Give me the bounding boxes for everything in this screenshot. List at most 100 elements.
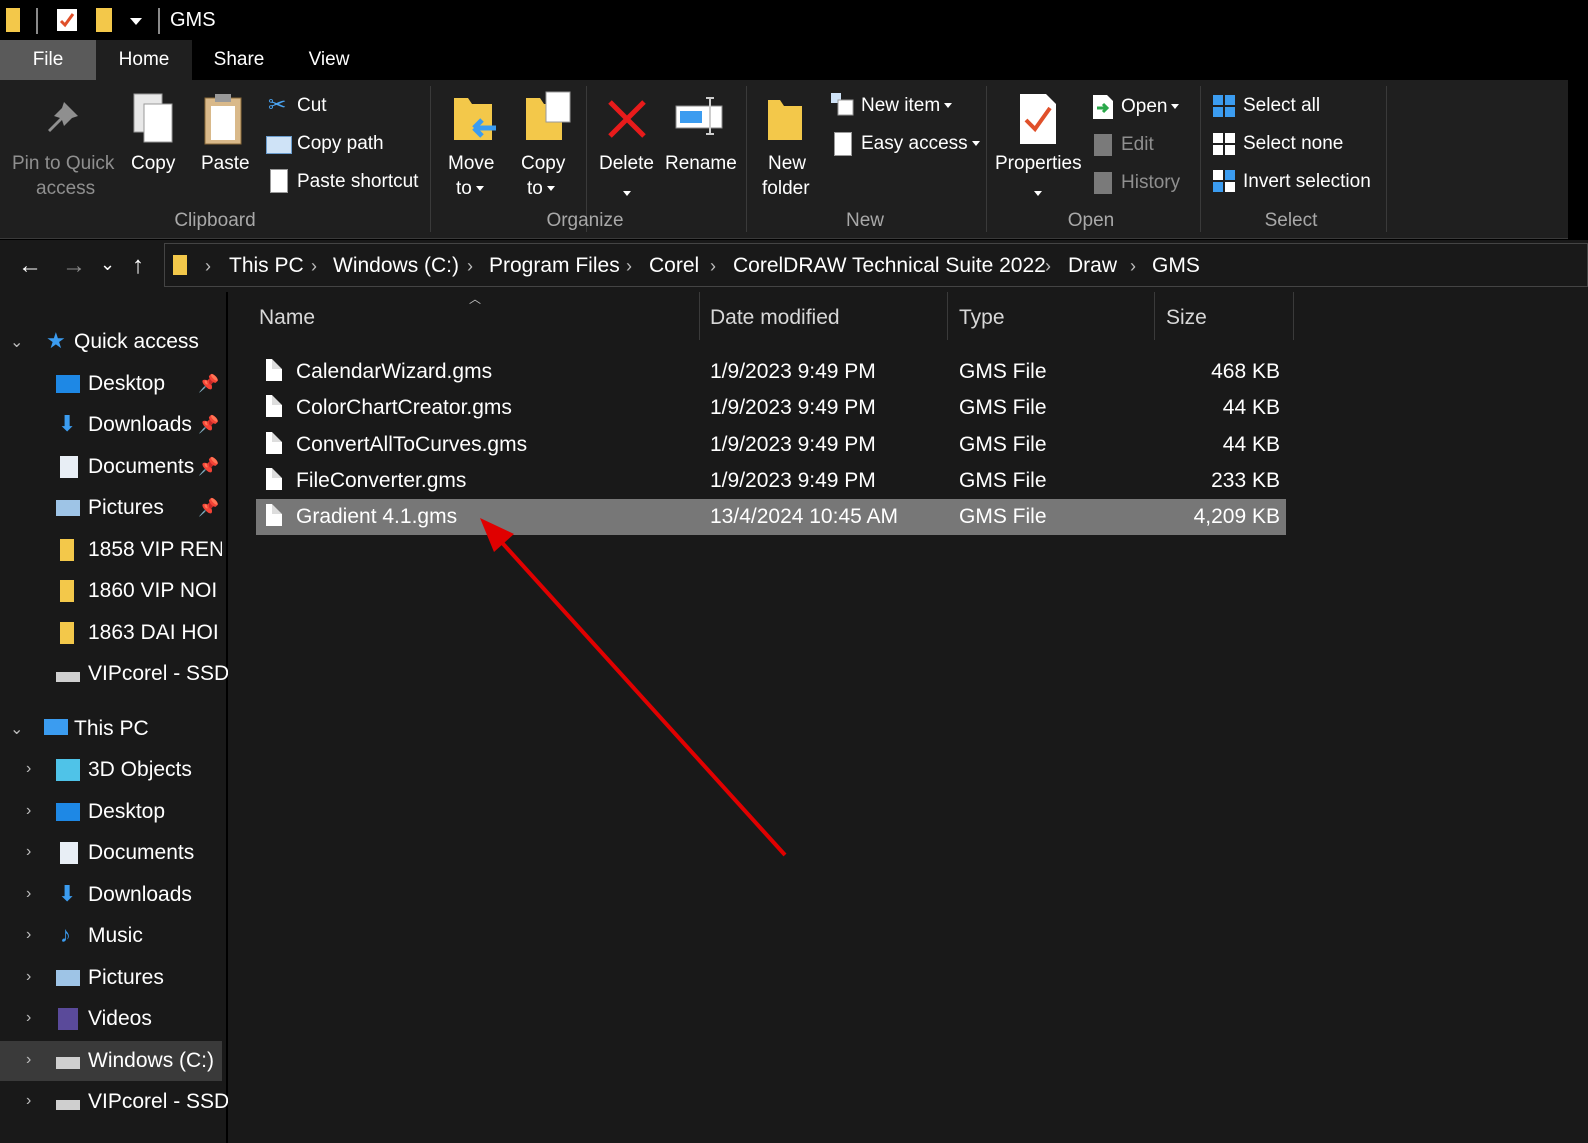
breadcrumb-coreldraw-suite[interactable]: CorelDRAW Technical Suite 2022 — [733, 254, 1046, 278]
sidebar-item-downloads[interactable]: ⬇ Downloads 📌 — [0, 405, 222, 445]
annotation-arrow — [480, 518, 787, 857]
history-label: History — [1121, 172, 1181, 193]
sidebar-item-pc-desktop[interactable]: › Desktop — [0, 792, 222, 832]
sidebar-item-3d-objects[interactable]: › 3D Objects — [0, 750, 222, 790]
expand-chevron-icon[interactable]: › — [26, 760, 31, 778]
breadcrumb-this-pc[interactable]: This PC — [229, 254, 304, 278]
dropdown-caret-icon — [546, 186, 555, 192]
breadcrumb-chevron-icon[interactable]: › — [1045, 256, 1051, 277]
expand-chevron-icon[interactable]: › — [26, 1092, 31, 1110]
breadcrumb-program-files[interactable]: Program Files — [489, 254, 620, 278]
sidebar-item-windows-c[interactable]: › Windows (C:) — [0, 1041, 222, 1081]
title-bar: GMS — [0, 0, 1588, 40]
up-arrow-icon[interactable]: ↑ — [132, 252, 144, 280]
collapse-chevron-icon[interactable]: ⌄ — [10, 719, 23, 739]
sidebar-item-pc-vipcorel-ssd[interactable]: › VIPcorel - SSD — [0, 1082, 229, 1122]
tab-share[interactable]: Share — [192, 40, 286, 80]
sidebar-item-desktop[interactable]: Desktop 📌 — [0, 364, 222, 404]
breadcrumb-corel[interactable]: Corel — [649, 254, 699, 278]
pin-icon — [48, 102, 78, 132]
new-folder-icon[interactable] — [96, 8, 112, 32]
breadcrumb-chevron-icon[interactable]: › — [710, 256, 716, 277]
pin-icon: 📌 — [198, 374, 220, 393]
select-all-label: Select all — [1243, 95, 1321, 116]
rename-label: Rename — [665, 153, 737, 174]
back-arrow-icon[interactable]: ← — [18, 252, 42, 280]
recent-locations-chevron-icon[interactable]: ⌄ — [100, 254, 115, 275]
sidebar-item-documents[interactable]: Documents 📌 — [0, 447, 222, 487]
copy-path-icon — [266, 136, 292, 154]
rename-icon — [675, 97, 723, 135]
sidebar-item-videos[interactable]: › Videos — [0, 999, 222, 1039]
expand-chevron-icon[interactable]: › — [26, 968, 31, 986]
collapse-chevron-icon[interactable]: ⌄ — [10, 332, 23, 352]
move-to-label-line2: to — [456, 177, 484, 201]
divider — [36, 8, 38, 34]
drive-icon — [56, 1100, 80, 1110]
sidebar-item-pc-documents[interactable]: › Documents — [0, 833, 222, 873]
new-item-label: New item — [861, 94, 953, 118]
navigation-pane: ⌄ ★ Quick access Desktop 📌 ⬇ Downloads 📌… — [0, 292, 229, 1143]
ribbon-tabs: File Home Share View — [0, 40, 1588, 80]
expand-chevron-icon[interactable]: › — [26, 926, 31, 944]
sidebar-item-music[interactable]: › ♪ Music — [0, 916, 222, 956]
customize-toolbar-dropdown-icon[interactable] — [130, 18, 142, 25]
expand-chevron-icon[interactable]: › — [26, 843, 31, 861]
sidebar-item-pictures[interactable]: Pictures 📌 — [0, 488, 222, 528]
divider — [158, 8, 160, 34]
expand-chevron-icon[interactable]: › — [26, 885, 31, 903]
music-note-icon: ♪ — [60, 922, 71, 947]
sidebar-label: 1860 VIP NOI C — [88, 579, 222, 602]
copy-label: Copy — [131, 153, 176, 174]
pictures-icon — [56, 500, 80, 516]
tab-file[interactable]: File — [0, 40, 96, 80]
expand-chevron-icon[interactable]: › — [26, 1051, 31, 1069]
sidebar-label: Documents — [88, 455, 195, 478]
sidebar-item-pc-downloads[interactable]: › ⬇ Downloads — [0, 875, 222, 915]
download-arrow-icon: ⬇ — [58, 881, 77, 906]
address-bar[interactable]: › This PC › Windows (C:) › Program Files… — [164, 243, 1588, 287]
tab-home[interactable]: Home — [96, 40, 192, 80]
computer-icon — [44, 719, 68, 735]
documents-icon — [60, 456, 78, 478]
folder-icon — [60, 539, 74, 561]
sidebar-item-vipcorel-ssd[interactable]: VIPcorel - SSD — [0, 654, 229, 694]
easy-access-icon — [834, 132, 852, 156]
properties-checkmark-icon[interactable] — [56, 8, 78, 32]
clipboard-group-label: Clipboard — [174, 210, 256, 231]
sidebar-this-pc[interactable]: ⌄ This PC — [0, 709, 222, 749]
breadcrumb-gms[interactable]: GMS — [1152, 254, 1200, 278]
invert-selection-label: Invert selection — [1243, 171, 1371, 192]
forward-arrow-icon[interactable]: → — [62, 252, 86, 280]
dropdown-caret-icon — [475, 186, 484, 192]
breadcrumb-windows-c[interactable]: Windows (C:) — [333, 254, 459, 278]
sidebar-item-folder-1863[interactable]: 1863 DAI HOI X — [0, 613, 222, 653]
breadcrumb-chevron-icon[interactable]: › — [467, 256, 473, 277]
tab-view[interactable]: View — [286, 40, 372, 80]
paste-shortcut-label: Paste shortcut — [297, 171, 419, 192]
open-text: Open — [1121, 96, 1168, 117]
sidebar-item-folder-1858[interactable]: 1858 VIP REN I — [0, 530, 222, 570]
pin-icon: 📌 — [198, 457, 220, 476]
sidebar-item-pc-pictures[interactable]: › Pictures — [0, 958, 222, 998]
expand-chevron-icon[interactable]: › — [26, 802, 31, 820]
breadcrumb-chevron-icon[interactable]: › — [205, 256, 211, 277]
copy-to-label-line1: Copy — [521, 153, 566, 174]
breadcrumb-draw[interactable]: Draw — [1068, 254, 1117, 278]
invert-selection-icon — [1213, 170, 1235, 192]
sidebar-item-folder-1860[interactable]: 1860 VIP NOI C — [0, 571, 222, 611]
group-divider — [1386, 86, 1387, 232]
breadcrumb-chevron-icon[interactable]: › — [626, 256, 632, 277]
folder-icon — [60, 580, 74, 602]
paste-shortcut-icon — [270, 169, 288, 193]
new-item-text: New item — [861, 95, 941, 116]
expand-chevron-icon[interactable]: › — [26, 1009, 31, 1027]
group-divider — [986, 86, 987, 232]
edit-icon — [1094, 134, 1112, 156]
move-to-folder-icon — [454, 98, 496, 140]
breadcrumb-chevron-icon[interactable]: › — [311, 256, 317, 277]
sidebar-quick-access[interactable]: ⌄ ★ Quick access — [0, 322, 222, 362]
breadcrumb-chevron-icon[interactable]: › — [1130, 256, 1136, 277]
pin-label-line1: Pin to Quick — [12, 153, 115, 174]
copy-path-label: Copy path — [297, 133, 384, 154]
